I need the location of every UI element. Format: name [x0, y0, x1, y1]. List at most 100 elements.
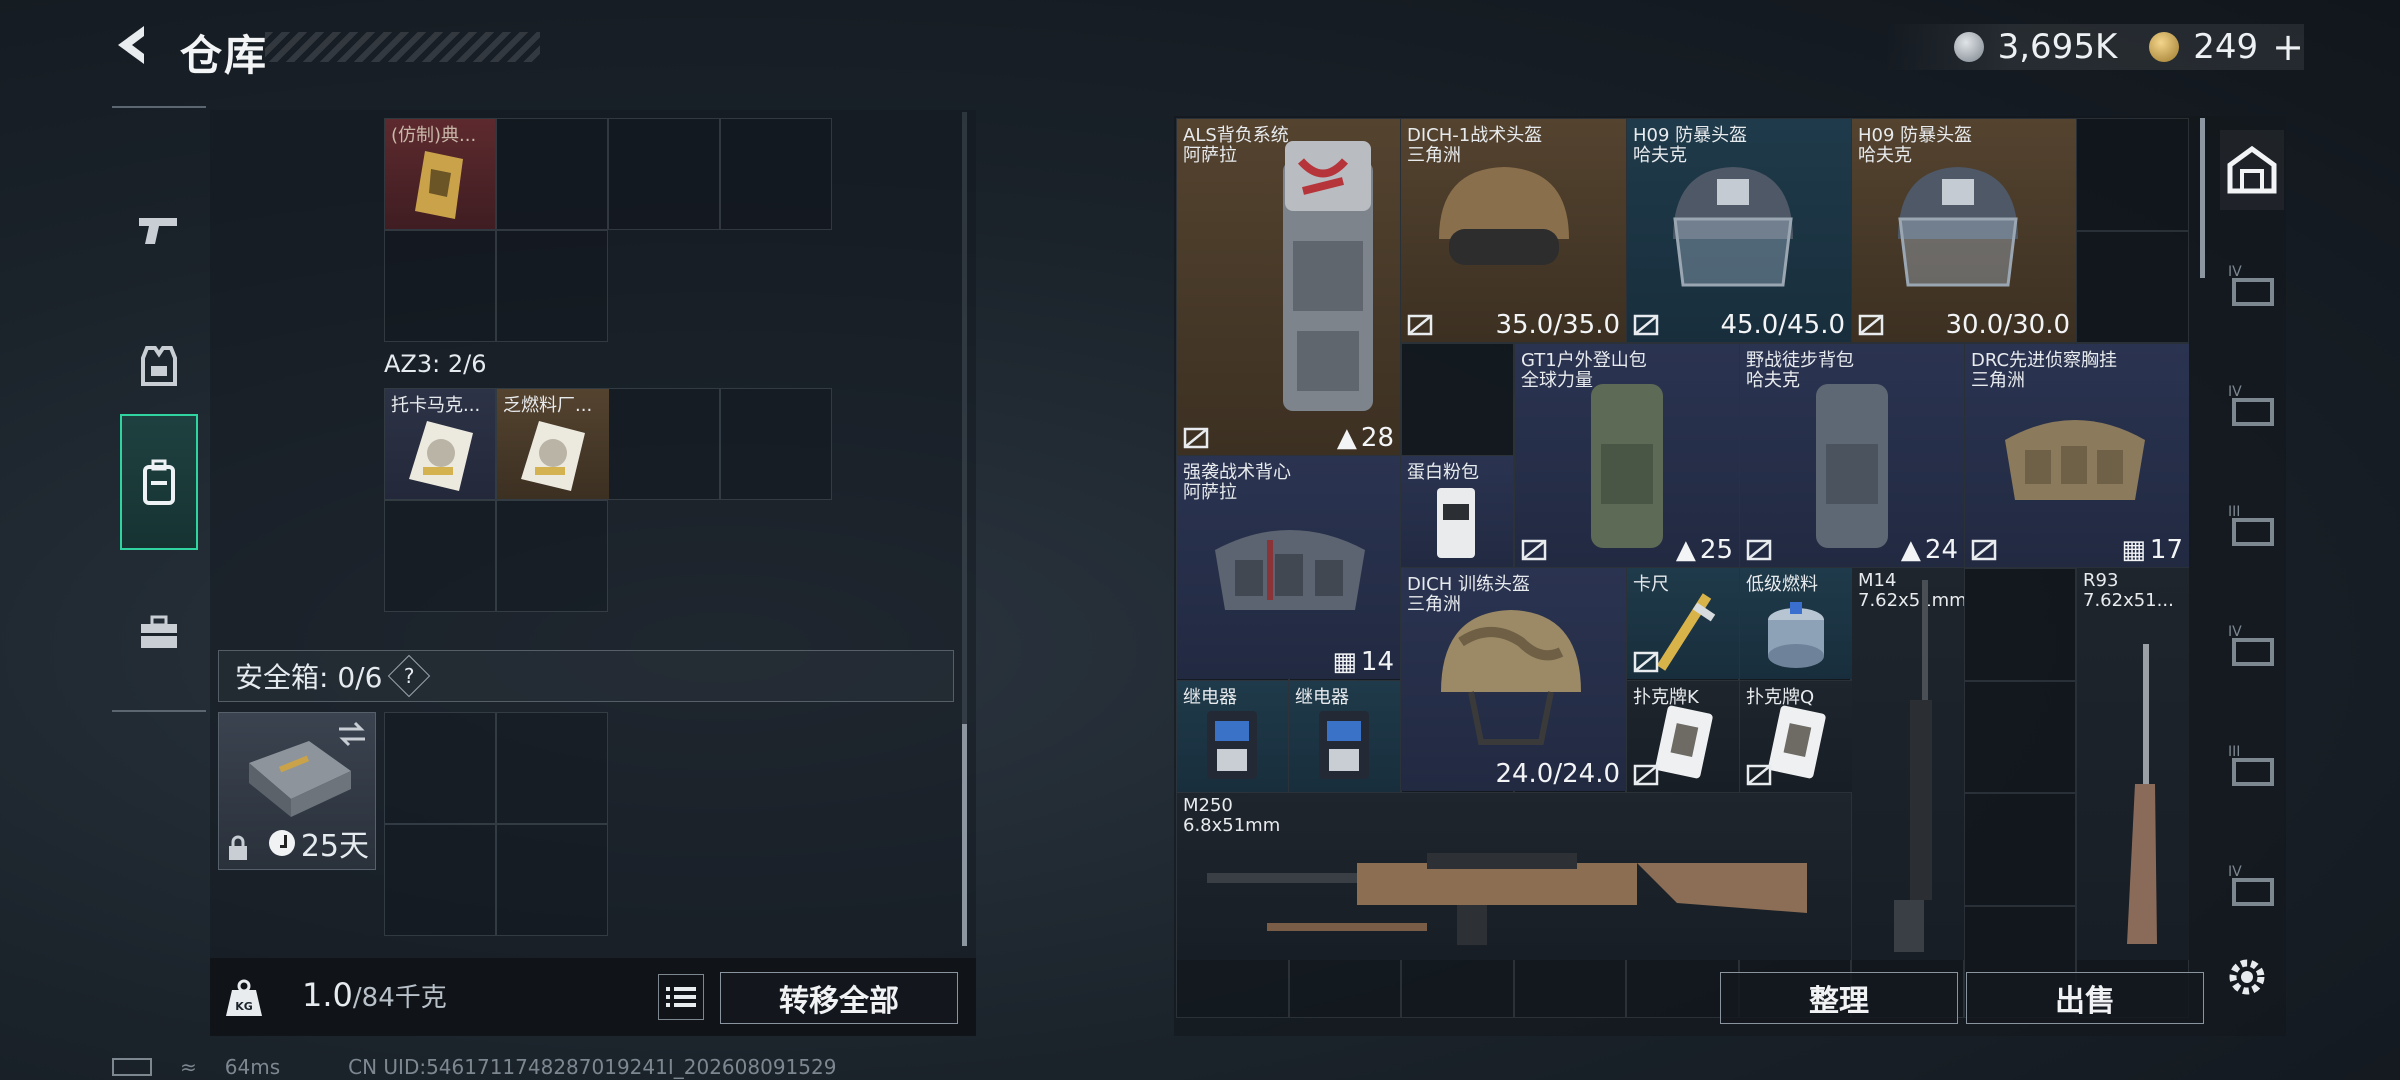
inventory-item-spent-fuel[interactable]: 乏燃料厂...: [497, 389, 609, 499]
inventory-item-tokamak[interactable]: 托卡马克...: [385, 389, 495, 499]
rig-icon: ▦: [1332, 647, 1357, 677]
item-capacity: ▲ 25: [1676, 535, 1733, 565]
storage-tabs-sidebar: IV IV III IV III IV: [2220, 112, 2284, 972]
chest-rig-icon: [2005, 420, 2145, 500]
storage-box-icon: IV: [2228, 864, 2274, 906]
tab-case[interactable]: [120, 564, 198, 700]
weight-icon: ▲: [1336, 423, 1357, 453]
storage-box-icon: IV: [2228, 384, 2274, 426]
swap-icon[interactable]: [337, 721, 367, 747]
safe-box-item[interactable]: 25天: [218, 712, 376, 870]
gold-value: 249: [2193, 27, 2259, 67]
no-trade-icon: [1746, 764, 1772, 786]
gold-artifact-icon: [415, 151, 463, 219]
back-button[interactable]: [108, 20, 158, 70]
item-h09-helmet-a[interactable]: H09 防暴头盔 哈夫克 45.0/45.0: [1627, 119, 1851, 342]
svg-text:III: III: [2228, 744, 2240, 760]
tab-storage-2[interactable]: IV: [2220, 366, 2284, 446]
pistol-icon: [139, 218, 177, 244]
item-capacity: ▦ 17: [2121, 535, 2183, 565]
tab-weapons[interactable]: [120, 162, 198, 298]
item-origin: 哈夫克: [1746, 370, 1800, 391]
item-low-fuel[interactable]: 低级燃料: [1740, 568, 1852, 679]
expiry-duration: 25天: [268, 821, 369, 865]
weight-icon: ▲: [1900, 535, 1921, 565]
lock-icon: [229, 835, 247, 860]
helmet-icon: [1441, 610, 1581, 745]
rifle-icon: [1894, 580, 1932, 952]
item-name: 托卡马克...: [391, 395, 481, 416]
tab-warehouse-main[interactable]: [2220, 130, 2284, 210]
no-trade-icon: [1407, 314, 1433, 336]
storage-box-icon: III: [2228, 744, 2274, 786]
back-arrow-icon: [118, 26, 144, 64]
transfer-all-button[interactable]: 转移全部: [720, 972, 958, 1024]
battery-icon: [112, 1058, 152, 1076]
gear-icon: [2229, 959, 2265, 995]
no-trade-icon: [1633, 314, 1659, 336]
left-scrollbar[interactable]: [962, 724, 967, 946]
help-button[interactable]: ?: [388, 654, 431, 698]
inventory-item-replica[interactable]: (仿制)典...: [385, 119, 495, 229]
item-m250-mg[interactable]: M250 6.8x51mm: [1177, 793, 1851, 960]
item-dich-training-helmet[interactable]: DICH 训练头盔 三角洲 24.0/24.0: [1401, 568, 1626, 791]
sort-button[interactable]: 整理: [1720, 972, 1958, 1024]
item-relay-1[interactable]: 继电器: [1177, 681, 1288, 792]
no-trade-icon: [1971, 539, 1997, 561]
item-poker-k[interactable]: 扑克牌K: [1627, 681, 1739, 792]
item-gt1-backpack[interactable]: GT1户外登山包 全球力量 ▲ 25: [1515, 344, 1739, 567]
item-origin: 三角洲: [1971, 370, 2025, 391]
sell-button[interactable]: 出售: [1966, 972, 2204, 1024]
ping-value: 64ms: [224, 1055, 281, 1079]
item-caliper[interactable]: 卡尺: [1627, 568, 1739, 679]
no-trade-icon: [1183, 427, 1209, 449]
riot-helmet-icon: [1898, 167, 2018, 287]
item-r93-rifle[interactable]: R93 7.62x51...: [2077, 568, 2189, 960]
item-name: M250: [1183, 795, 1233, 816]
weight-kg-icon: KG: [226, 979, 262, 1016]
tab-storage-4[interactable]: IV: [2220, 606, 2284, 686]
item-value: 24: [1924, 535, 1958, 565]
item-relay-2[interactable]: 继电器: [1289, 681, 1400, 792]
machine-gun-icon: [1207, 853, 1807, 945]
item-protein-powder[interactable]: 蛋白粉包: [1401, 456, 1513, 567]
currency-bar: 3,695K 249 +: [1883, 24, 2304, 70]
storage-box-icon: IV: [2228, 624, 2274, 666]
settings-button[interactable]: [2224, 954, 2270, 1000]
item-drc-chest-rig[interactable]: DRC先进侦察胸挂 三角洲 ▦ 17: [1965, 344, 2189, 567]
safe-box-grid: [384, 712, 608, 936]
no-trade-icon: [1633, 764, 1659, 786]
item-value: 14: [1360, 647, 1394, 677]
item-m14-rifle[interactable]: M14 7.62x51mm: [1852, 568, 1964, 960]
item-dich1-helmet[interactable]: DICH-1战术头盔 三角洲 35.0/35.0: [1401, 119, 1626, 342]
add-gold-button[interactable]: +: [2272, 25, 2304, 69]
toolbox-icon: [141, 615, 177, 648]
page-title: 仓库: [180, 31, 269, 80]
list-icon: [666, 987, 696, 1007]
item-assault-vest[interactable]: 强袭战术背心 阿萨拉 ▦ 14: [1177, 456, 1400, 679]
item-poker-q[interactable]: 扑克牌Q: [1740, 681, 1852, 792]
item-field-backpack[interactable]: 野战徒步背包 哈夫克 ▲ 24: [1740, 344, 1964, 567]
no-trade-icon: [1746, 539, 1772, 561]
tab-storage-1[interactable]: IV: [2220, 246, 2284, 326]
tab-storage-6[interactable]: IV: [2220, 846, 2284, 926]
tab-storage-5[interactable]: III: [2220, 726, 2284, 806]
relay-icon: [1207, 711, 1257, 779]
current-weight: 1.0: [302, 976, 353, 1014]
tab-backpack[interactable]: [120, 414, 198, 550]
fuel-can-icon: [1768, 602, 1824, 668]
right-scrollbar[interactable]: [2200, 118, 2205, 278]
item-capacity: ▲ 24: [1901, 535, 1958, 565]
item-name: 蛋白粉包: [1407, 462, 1479, 483]
item-capacity: ▲ 28: [1337, 423, 1394, 453]
item-value: 25: [1699, 535, 1733, 565]
list-view-button[interactable]: [658, 974, 704, 1020]
svg-text:III: III: [2228, 504, 2240, 520]
silver-coin-icon: [1953, 32, 1984, 62]
item-h09-helmet-b[interactable]: H09 防暴头盔 哈夫克 30.0/30.0: [1852, 119, 2076, 342]
tab-storage-3[interactable]: III: [2220, 486, 2284, 566]
item-caliber: 7.62x51...: [2083, 590, 2174, 611]
silver-value: 3,695K: [1997, 27, 2118, 67]
backpack-icon: [1591, 384, 1663, 548]
item-als-backpack[interactable]: ALS背负系统 阿萨拉 ▲ 28: [1177, 119, 1400, 455]
